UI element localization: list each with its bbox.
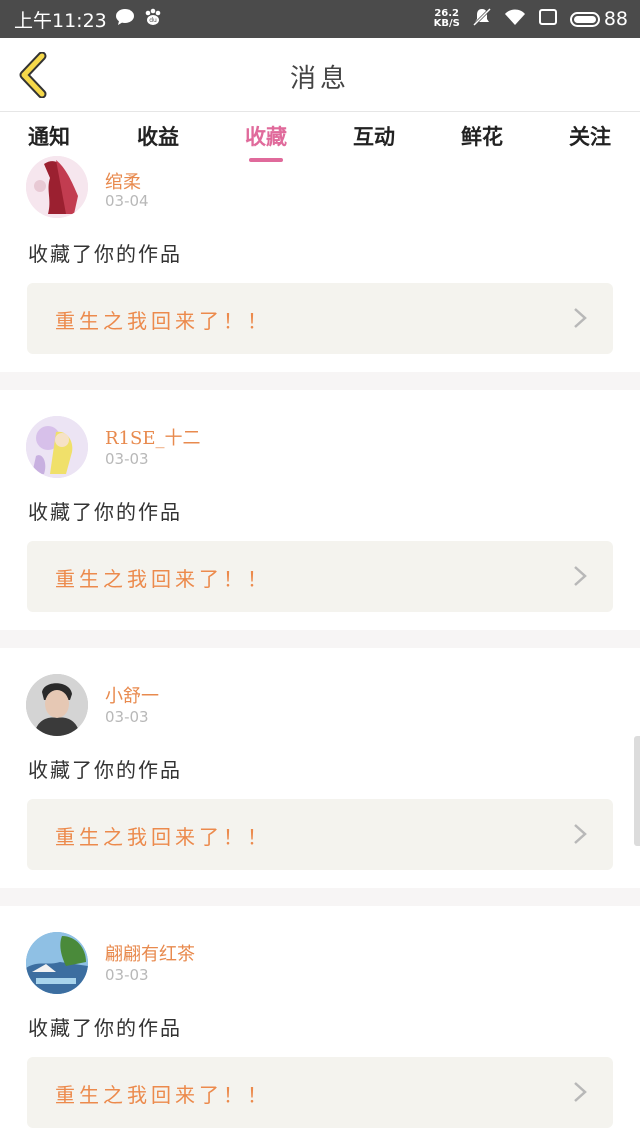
action-text: 收藏了你的作品 [28,1016,182,1040]
active-tab-indicator [249,158,283,162]
divider [0,630,640,648]
muted-icon [472,7,492,32]
screen-icon [538,8,558,31]
work-title: 重生之我回来了！！ [55,567,271,591]
svg-text:du: du [149,17,157,24]
list-item: 绾柔 03-04 收藏了你的作品 重生之我回来了！！ [0,156,640,372]
message-date: 03-03 [105,450,149,468]
work-link[interactable]: 重生之我回来了！！ [27,541,613,612]
username[interactable]: 翩翩有红茶 [105,940,195,966]
list-item: R1SE_十二 03-03 收藏了你的作品 重生之我回来了！！ [0,390,640,630]
action-text: 收藏了你的作品 [28,242,182,266]
chevron-right-icon [574,824,587,844]
divider [0,888,640,906]
tab-bar: 通知 收益 收藏 互动 鲜花 关注 [0,112,640,168]
action-text: 收藏了你的作品 [28,500,182,524]
network-speed: 26.2 KB/S [434,9,460,29]
username[interactable]: 小舒一 [105,682,159,708]
list-item: 翩翩有红茶 03-03 收藏了你的作品 重生之我回来了！！ [0,906,640,1138]
avatar[interactable] [26,674,88,736]
status-bar: 上午11:23 du 26.2 KB/S 88 [0,0,640,38]
tab-earnings[interactable]: 收益 [113,112,203,168]
status-time: 上午11:23 [14,9,107,32]
tab-interactions[interactable]: 互动 [329,112,419,168]
page-title: 消息 [289,64,350,94]
tab-flowers[interactable]: 鲜花 [437,112,527,168]
wifi-icon [504,8,526,31]
battery-indicator: 88 [569,8,628,30]
divider [0,372,640,390]
chat-notification-icon [115,8,135,31]
chevron-right-icon [574,566,587,586]
list-item: 小舒一 03-03 收藏了你的作品 重生之我回来了！！ [0,648,640,888]
message-date: 03-03 [105,966,149,984]
work-title: 重生之我回来了！！ [55,1083,271,1107]
app-header: 消息 [0,38,640,112]
work-title: 重生之我回来了！！ [55,309,271,333]
avatar[interactable] [26,932,88,994]
scrollbar[interactable] [634,736,640,846]
work-link[interactable]: 重生之我回来了！！ [27,283,613,354]
chevron-right-icon [574,1082,587,1102]
work-title: 重生之我回来了！！ [55,825,271,849]
username[interactable]: R1SE_十二 [105,424,200,450]
avatar[interactable] [26,416,88,478]
username[interactable]: 绾柔 [105,168,141,194]
network-speed-unit: KB/S [433,18,460,29]
work-link[interactable]: 重生之我回来了！！ [27,1057,613,1128]
message-date: 03-04 [105,192,149,210]
action-text: 收藏了你的作品 [28,758,182,782]
avatar[interactable] [26,156,88,218]
tab-follows[interactable]: 关注 [545,112,635,168]
chevron-right-icon [574,308,587,328]
battery-icon [569,11,600,27]
battery-level: 88 [603,8,628,30]
message-date: 03-03 [105,708,149,726]
paw-notification-icon: du [143,7,163,32]
work-link[interactable]: 重生之我回来了！！ [27,799,613,870]
tab-favorites[interactable]: 收藏 [221,112,311,168]
